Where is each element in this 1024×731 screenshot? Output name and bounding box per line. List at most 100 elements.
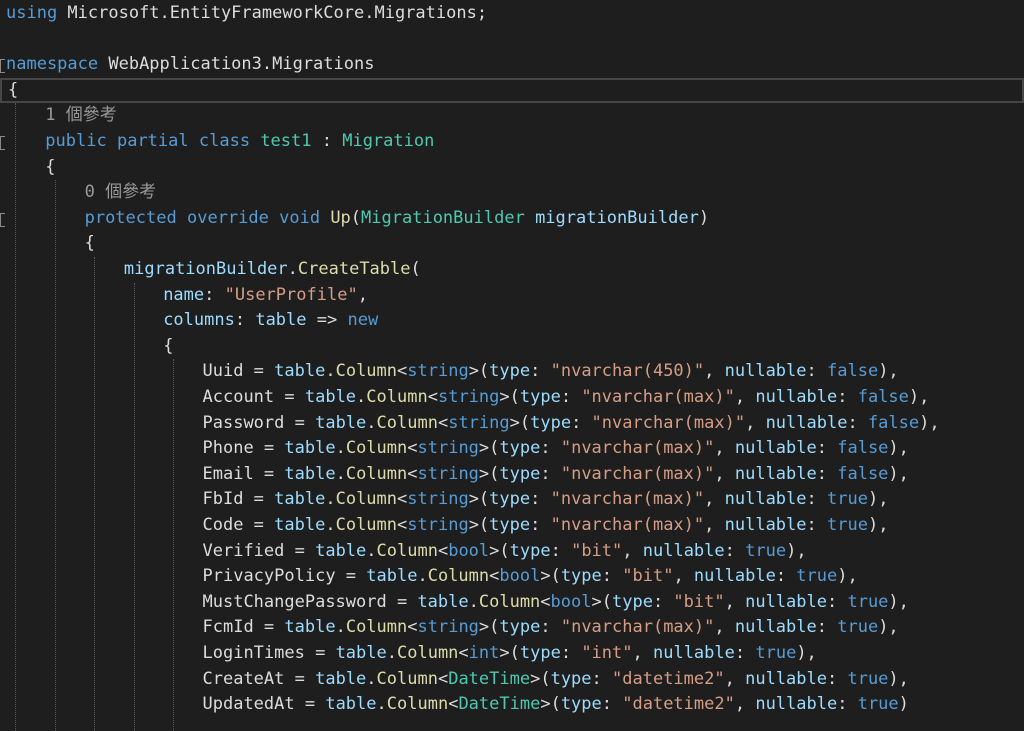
code-token: >( (478, 463, 500, 484)
code-token: type (489, 489, 531, 510)
code-line[interactable]: Password = table.Column<string>(type: "n… (0, 411, 1024, 437)
code-line[interactable]: Uuid = table.Column<string>(type: "nvarc… (0, 359, 1024, 385)
code-line[interactable]: 1 個參考 (0, 103, 1024, 129)
code-token: LoginTimes = (202, 643, 336, 663)
codelens-reference-count[interactable]: 0 個參考 (85, 182, 156, 202)
code-token: : (591, 668, 613, 689)
code-token: "nvarchar(max)" (560, 463, 715, 484)
code-line[interactable]: PrivacyPolicy = table.Column<bool>(type:… (0, 564, 1024, 590)
code-token: false (857, 387, 909, 407)
code-token: "nvarchar(max)" (560, 438, 715, 459)
code-line[interactable]: { (0, 334, 1024, 360)
code-token: string (417, 463, 479, 484)
code-token: true (796, 566, 838, 587)
code-text: 1 個參考 (45, 103, 116, 129)
code-token: FbId = (202, 489, 275, 510)
code-token: "bit" (622, 566, 674, 587)
code-line[interactable]: LoginTimes = table.Column<int>(type: "in… (0, 641, 1024, 667)
code-token: Up (330, 207, 351, 228)
code-token: : (204, 284, 225, 305)
code-line[interactable] (0, 27, 1024, 53)
code-line[interactable]: MustChangePassword = table.Column<bool>(… (0, 590, 1024, 616)
code-token: < (397, 489, 408, 510)
code-token: type (499, 438, 541, 459)
code-token: >( (530, 668, 551, 689)
code-token: table (274, 515, 326, 535)
code-token: "int" (581, 643, 633, 663)
code-token: false (827, 361, 879, 382)
code-token: table (315, 412, 367, 433)
code-token: , (704, 515, 725, 535)
code-token: . (366, 668, 377, 689)
fold-bracket-icon[interactable] (0, 59, 5, 74)
code-line[interactable]: { (0, 231, 1024, 257)
code-line[interactable]: public partial class test1 : Migration (0, 129, 1024, 155)
code-token: nullable (724, 515, 807, 535)
code-token: CreateTable (297, 259, 411, 279)
code-token: Column (376, 412, 438, 433)
code-token: : (847, 412, 868, 433)
fold-bracket-icon[interactable] (0, 212, 5, 227)
code-line[interactable]: Code = table.Column<string>(type: "nvarc… (0, 513, 1024, 539)
code-token: . (325, 515, 336, 535)
code-line[interactable]: CreateAt = table.Column<DateTime>(type: … (0, 667, 1024, 693)
code-token: false (837, 438, 889, 459)
code-line[interactable]: migrationBuilder.CreateTable( (0, 257, 1024, 283)
code-token: WebApplication3.Migrations (98, 54, 375, 75)
code-token: string (407, 361, 469, 382)
code-token: ) (898, 694, 909, 715)
code-token: override (186, 207, 269, 228)
code-line[interactable]: name: "UserProfile", (0, 283, 1024, 309)
code-line[interactable]: Account = table.Column<string>(type: "nv… (0, 385, 1024, 411)
code-line[interactable]: columns: table => new (0, 308, 1024, 334)
code-text: Uuid = table.Column<string>(type: "nvarc… (203, 359, 899, 385)
code-token: : (816, 617, 838, 638)
code-token: => (306, 310, 348, 331)
code-line[interactable]: 0 個參考 (0, 180, 1024, 206)
code-line[interactable]: FbId = table.Column<string>(type: "nvarc… (0, 487, 1024, 513)
code-editor[interactable]: using Microsoft.EntityFrameworkCore.Migr… (0, 0, 1024, 731)
code-token: PrivacyPolicy = (202, 566, 367, 587)
code-token: >( (591, 591, 612, 612)
code-token: "nvarchar(max)" (550, 489, 705, 510)
fold-bracket-icon[interactable] (0, 136, 5, 150)
code-token: Email = (202, 463, 285, 484)
code-token: Column (345, 463, 408, 484)
code-line[interactable]: Email = table.Column<string>(type: "nvar… (0, 462, 1024, 488)
code-token: , (745, 412, 766, 433)
code-token: , (714, 463, 735, 484)
code-line[interactable]: { (0, 155, 1024, 181)
code-token: "nvarchar(max)" (560, 617, 715, 638)
code-line[interactable]: FcmId = table.Column<string>(type: "nvar… (0, 615, 1024, 641)
code-token: , (724, 668, 746, 689)
code-token: : (724, 540, 746, 561)
code-text: Code = table.Column<string>(type: "nvarc… (203, 513, 889, 539)
code-token: . (325, 361, 336, 382)
code-text: { (8, 80, 18, 101)
code-token: type (519, 643, 561, 663)
code-line-current[interactable]: { (0, 77, 1024, 103)
code-token: ), (888, 463, 909, 484)
code-line[interactable]: using Microsoft.EntityFrameworkCore.Migr… (0, 1, 1024, 27)
code-line[interactable]: protected override void Up(MigrationBuil… (0, 206, 1024, 232)
code-token: < (489, 566, 500, 587)
code-token: { (8, 79, 19, 100)
code-text: Email = table.Column<string>(type: "nvar… (203, 462, 909, 488)
codelens-reference-count[interactable]: 1 個參考 (45, 105, 116, 125)
code-line[interactable]: namespace WebApplication3.Migrations (0, 52, 1024, 78)
code-token: partial (116, 131, 189, 151)
code-token: >( (478, 438, 500, 459)
code-token: : (816, 463, 838, 484)
code-line[interactable]: Phone = table.Column<string>(type: "nvar… (0, 436, 1024, 462)
code-token: >( (478, 617, 500, 638)
code-line[interactable]: UpdatedAt = table.Column<DateTime>(type:… (0, 692, 1024, 718)
code-token: : (837, 387, 858, 407)
code-token: test1 (260, 131, 312, 151)
code-token: < (437, 540, 449, 561)
code-line[interactable]: Verified = table.Column<bool>(type: "bit… (0, 539, 1024, 565)
code-token: nullable (652, 643, 735, 663)
code-token: table (366, 566, 418, 587)
code-token: < (540, 591, 551, 612)
code-token: . (335, 463, 346, 484)
